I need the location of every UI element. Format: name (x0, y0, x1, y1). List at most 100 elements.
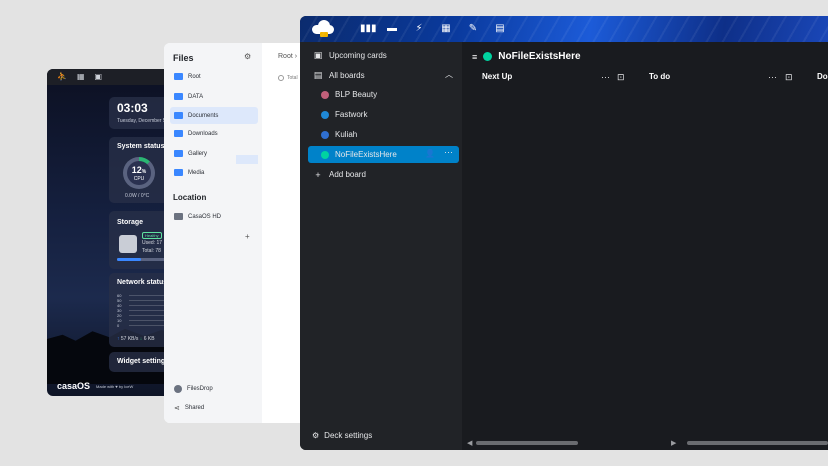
download-arrow-icon: ↓ (139, 336, 143, 342)
stack-title-next-up[interactable]: Next Up (482, 72, 512, 86)
files-nav-root[interactable]: Root (170, 68, 258, 85)
chevron-up-icon[interactable]: ︿ (445, 69, 453, 80)
files-nav-label: Documents (188, 112, 219, 119)
files-nav-downloads[interactable]: Downloads (170, 125, 258, 142)
horizontal-scrollbar[interactable] (476, 441, 578, 445)
cpu-value: 12 (131, 165, 142, 175)
files-nav-label: FilesDrop (187, 385, 213, 392)
scroll-left-icon[interactable]: ◀ (467, 439, 472, 447)
apps-icon[interactable]: ⛹ (57, 73, 67, 81)
notes-icon[interactable]: ✎ (468, 23, 478, 35)
network-rates: ↑ 57 KB/s ↓ 6 KB (117, 336, 155, 342)
widget-settings-label: Widget settings (117, 358, 170, 365)
folder-icon (174, 73, 183, 80)
shared-user-icon[interactable]: 👤 (425, 149, 435, 158)
add-board-item[interactable]: + Add board (308, 166, 459, 183)
app-menu: ▮▮▮ ▬ ⚡ ▦ ✎ ▤ (360, 23, 505, 35)
scroll-right-icon[interactable]: ▶ (671, 439, 676, 447)
calendar-icon: ▣ (313, 50, 323, 60)
upcoming-cards-label: Upcoming cards (329, 51, 387, 60)
files-nav-shared[interactable]: ⋖ Shared (170, 399, 258, 416)
board-label: BLP Beauty (335, 90, 378, 99)
add-card-icon[interactable]: ⊡ (617, 72, 625, 83)
files-nav-data[interactable]: DATA (170, 88, 258, 105)
breadcrumb[interactable]: Root › (278, 53, 297, 60)
store-icon[interactable]: ▦ (77, 73, 85, 81)
add-card-icon[interactable]: ⊡ (785, 72, 793, 83)
all-boards-item[interactable]: ▤ All boards ︿ (308, 67, 459, 84)
casaos-footer: casaOS Made with ♥ by IceW (57, 381, 133, 391)
storage-total: Total: 78 (142, 248, 161, 254)
filesdrop-icon (174, 384, 182, 393)
folder-icon (174, 93, 183, 100)
files-nav-label: DATA (188, 93, 204, 100)
boards-icon: ▤ (313, 70, 323, 80)
upcoming-cards-item[interactable]: ▣ Upcoming cards (308, 47, 459, 64)
files-nav-label: Downloads (188, 130, 218, 137)
board-color-dot (483, 52, 493, 61)
share-icon: ⋖ (174, 404, 180, 412)
activity-icon[interactable]: ⚡ (414, 23, 424, 35)
casaos-logo: casaOS (57, 381, 91, 391)
add-location-icon[interactable]: + (245, 232, 250, 241)
network-title: Network status (117, 279, 168, 286)
add-board-label: Add board (329, 170, 366, 179)
tick-label: 0 (117, 323, 120, 328)
cpu-gauge: 12% CPU (123, 157, 155, 189)
stack-more-icon[interactable]: ··· (601, 72, 610, 82)
dashboard-icon[interactable]: ▮▮▮ (360, 23, 377, 35)
network-ticks: 60 50 40 30 20 10 0 (117, 293, 121, 328)
files-icon[interactable]: ▣ (95, 73, 103, 81)
made-with-text: Made with ♥ by IceW (96, 383, 134, 389)
selection-highlight (236, 155, 258, 164)
nextcloud-logo-icon[interactable] (312, 19, 334, 37)
gear-icon[interactable]: ⚙ (244, 52, 251, 61)
clock-time: 03:03 (117, 101, 148, 115)
calendar-icon[interactable]: ▦ (441, 23, 451, 35)
files-location-label: CasaOS HD (188, 213, 222, 220)
files-nav-media[interactable]: Media (170, 164, 258, 181)
nextcloud-header: ▮▮▮ ▬ ⚡ ▦ ✎ ▤ (300, 16, 828, 42)
deck-icon[interactable]: ▤ (495, 23, 505, 35)
board-label: Kuliah (335, 130, 358, 139)
board-area: ≡ NoFileExistsHere Next Up ··· ⊡ To do ·… (462, 42, 828, 450)
board-item-blp-beauty[interactable]: BLP Beauty (308, 86, 459, 103)
stack-more-icon[interactable]: ··· (768, 72, 777, 82)
files-nav-label: Gallery (188, 150, 208, 157)
casaos-topbar: ⛹ ▦ ▣ (47, 69, 177, 85)
drive-icon (174, 213, 183, 220)
board-title: ≡ NoFileExistsHere (472, 51, 581, 62)
casaos-window: ⛹ ▦ ▣ 03:03 Tuesday, December 5 System s… (47, 69, 177, 396)
download-rate: 6 KB (143, 336, 155, 342)
deck-window: ▮▮▮ ▬ ⚡ ▦ ✎ ▤ ▣ Upcoming cards ▤ All boa… (300, 16, 828, 450)
files-nav-filesdrop[interactable]: FilesDrop (170, 380, 258, 397)
upload-rate: 57 KB/s (120, 336, 139, 342)
board-label: NoFileExistsHere (335, 150, 397, 159)
board-item-kuliah[interactable]: Kuliah (308, 126, 459, 143)
menu-toggle-icon[interactable]: ≡ (472, 52, 477, 62)
more-options-icon[interactable]: ··· (444, 147, 453, 157)
clock-date: Tuesday, December 5 (117, 118, 166, 124)
deck-settings-label: Deck settings (324, 431, 373, 440)
deck-navigation: ▣ Upcoming cards ▤ All boards ︿ BLP Beau… (300, 42, 462, 450)
location-title: Location (173, 193, 207, 202)
horizontal-scrollbar[interactable] (687, 441, 828, 445)
files-window: Files ⚙ Root DATA Documents Downloads Ga… (164, 43, 309, 423)
files-icon[interactable]: ▬ (387, 23, 397, 35)
board-label: Fastwork (335, 110, 368, 119)
total-label: Total (287, 75, 298, 81)
folder-icon (174, 150, 183, 157)
board-item-nofileexistshere[interactable]: NoFileExistsHere 👤 ··· (308, 146, 459, 163)
folder-icon (174, 112, 183, 119)
system-status-title: System status (117, 143, 165, 150)
power-reading: 0.0W / 0°C (125, 193, 150, 199)
select-all-radio[interactable] (278, 75, 284, 81)
files-nav-label: Media (188, 169, 205, 176)
stack-title-to-do[interactable]: To do (649, 72, 670, 86)
files-location-casaos-hd[interactable]: CasaOS HD (170, 208, 258, 225)
files-nav-documents[interactable]: Documents (170, 107, 258, 124)
files-title: Files (173, 53, 194, 63)
stack-title-do[interactable]: Do (817, 72, 828, 86)
board-item-fastwork[interactable]: Fastwork (308, 106, 459, 123)
deck-settings-item[interactable]: ⚙ Deck settings (312, 431, 372, 440)
